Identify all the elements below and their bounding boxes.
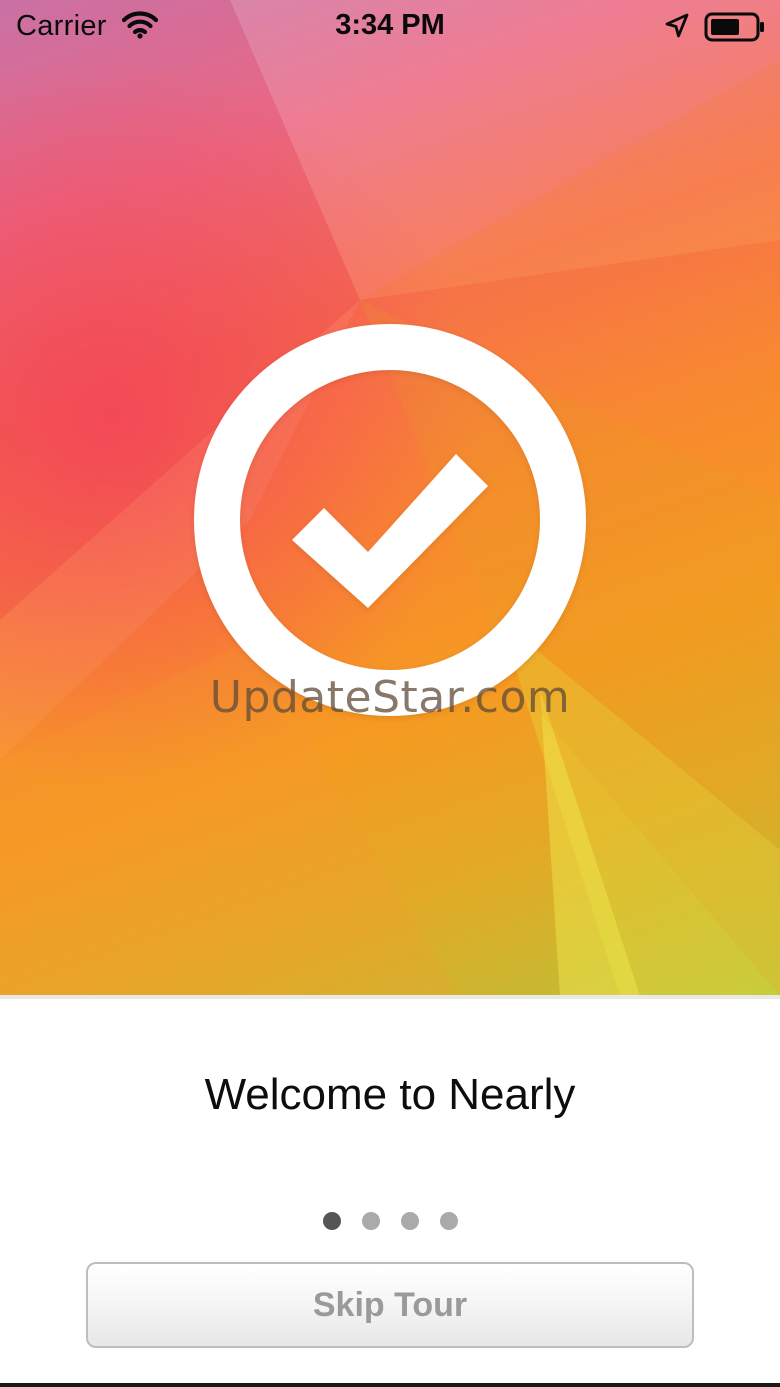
- watermark-text: UpdateStar.com: [209, 672, 571, 723]
- skip-tour-button[interactable]: Skip Tour: [86, 1262, 694, 1348]
- page-indicator[interactable]: [0, 1212, 780, 1230]
- checkmark-circle-icon: [194, 324, 586, 716]
- page-dot-4[interactable]: [439, 1212, 458, 1230]
- welcome-title: Welcome to Nearly: [204, 1070, 576, 1119]
- bottom-edge: [0, 1383, 780, 1387]
- page-dot-1[interactable]: [322, 1212, 341, 1230]
- status-bar: Carrier 3:34 PM: [0, 0, 780, 54]
- battery-icon: [704, 12, 764, 42]
- divider: [0, 995, 780, 999]
- onboarding-screen: Carrier 3:34 PM UpdateStar.com Welcome t…: [0, 0, 780, 1387]
- page-dot-2[interactable]: [361, 1212, 380, 1230]
- hero-background: Carrier 3:34 PM UpdateStar.com: [0, 0, 780, 996]
- clock: 3:34 PM: [335, 9, 445, 41]
- page-dot-3[interactable]: [400, 1212, 419, 1230]
- location-arrow-icon: [665, 13, 689, 38]
